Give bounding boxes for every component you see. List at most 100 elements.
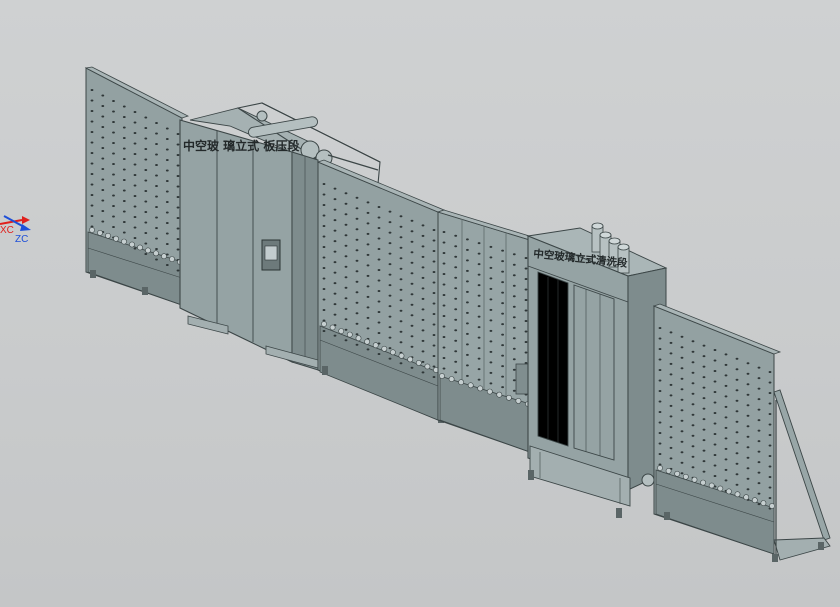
air-hole	[333, 282, 337, 285]
air-hole	[768, 402, 772, 405]
air-hole	[133, 226, 137, 229]
air-hole	[735, 483, 739, 486]
air-hole	[410, 314, 414, 317]
middle-conveyor-section	[316, 159, 446, 423]
air-hole	[155, 237, 158, 240]
air-hole	[691, 371, 695, 374]
air-hole	[355, 196, 359, 199]
air-hole	[165, 159, 169, 161]
air-hole	[101, 178, 105, 181]
air-hole	[746, 425, 750, 428]
air-hole	[176, 206, 180, 209]
air-hole	[669, 331, 673, 334]
air-hole	[421, 234, 425, 237]
air-hole	[322, 193, 326, 196]
air-hole	[322, 225, 326, 227]
roller	[726, 488, 732, 495]
air-hole	[713, 422, 717, 425]
air-hole	[112, 184, 115, 186]
air-hole	[477, 378, 481, 381]
air-hole	[691, 392, 695, 395]
air-hole	[322, 309, 326, 311]
air-hole	[477, 263, 481, 266]
air-hole	[466, 248, 469, 251]
roller	[751, 497, 758, 504]
air-hole	[735, 473, 739, 476]
air-hole	[489, 329, 493, 332]
coordinate-triad[interactable]: XC ZC	[0, 215, 31, 245]
air-hole	[90, 131, 94, 133]
air-hole	[176, 154, 180, 156]
air-hole	[680, 335, 684, 338]
air-hole	[757, 440, 761, 443]
air-hole	[724, 384, 728, 387]
air-hole	[122, 116, 126, 118]
air-hole	[669, 457, 673, 460]
air-hole	[735, 378, 739, 381]
air-hole	[702, 407, 706, 410]
cad-viewport[interactable]: 中空玻 璃立式 板压段 中空玻璃立式清洗段 XC ZC	[0, 0, 840, 607]
air-hole	[399, 288, 403, 291]
air-hole	[366, 211, 370, 214]
roller	[89, 227, 95, 233]
air-hole	[768, 465, 772, 468]
air-hole	[442, 346, 446, 349]
air-hole	[165, 201, 169, 203]
air-hole	[122, 158, 126, 160]
air-hole	[344, 223, 348, 226]
air-hole	[90, 215, 94, 217]
air-hole	[322, 288, 326, 290]
air-hole	[432, 260, 436, 263]
air-hole	[524, 278, 528, 280]
air-hole	[333, 271, 337, 274]
air-hole	[512, 284, 516, 287]
roller	[121, 238, 127, 245]
air-hole	[421, 329, 425, 332]
air-hole	[442, 336, 446, 338]
air-hole	[702, 418, 706, 421]
air-hole	[757, 419, 761, 422]
roller	[169, 256, 175, 262]
air-hole	[524, 309, 528, 312]
air-hole	[724, 416, 728, 419]
air-hole	[442, 367, 446, 370]
air-hole	[512, 263, 516, 266]
air-hole	[366, 243, 370, 246]
air-hole	[112, 131, 115, 134]
air-hole	[176, 227, 180, 230]
air-hole	[133, 195, 137, 197]
air-hole	[410, 219, 414, 222]
air-hole	[477, 294, 481, 297]
air-hole	[454, 276, 458, 279]
air-hole	[512, 337, 516, 340]
roller	[717, 485, 724, 492]
air-hole	[112, 173, 115, 176]
air-hole	[421, 297, 425, 300]
air-hole	[702, 439, 706, 442]
air-hole	[101, 199, 105, 202]
roller	[424, 363, 431, 370]
air-hole	[442, 325, 446, 328]
air-hole	[658, 327, 662, 329]
air-hole	[344, 255, 348, 258]
air-hole	[432, 292, 436, 294]
air-hole	[344, 328, 348, 331]
air-hole	[466, 332, 469, 335]
air-hole	[713, 433, 717, 435]
air-hole	[90, 173, 94, 175]
air-hole	[432, 344, 436, 347]
air-hole	[702, 376, 706, 379]
air-hole	[355, 259, 359, 262]
air-hole	[122, 147, 126, 150]
air-hole	[713, 401, 717, 404]
air-hole	[155, 122, 158, 124]
air-hole	[112, 110, 115, 113]
air-hole	[144, 158, 148, 161]
air-hole	[144, 253, 148, 255]
air-hole	[122, 168, 126, 171]
air-hole	[155, 185, 158, 187]
air-hole	[366, 201, 370, 204]
air-hole	[477, 336, 481, 339]
air-hole	[101, 115, 105, 118]
air-hole	[691, 413, 695, 416]
